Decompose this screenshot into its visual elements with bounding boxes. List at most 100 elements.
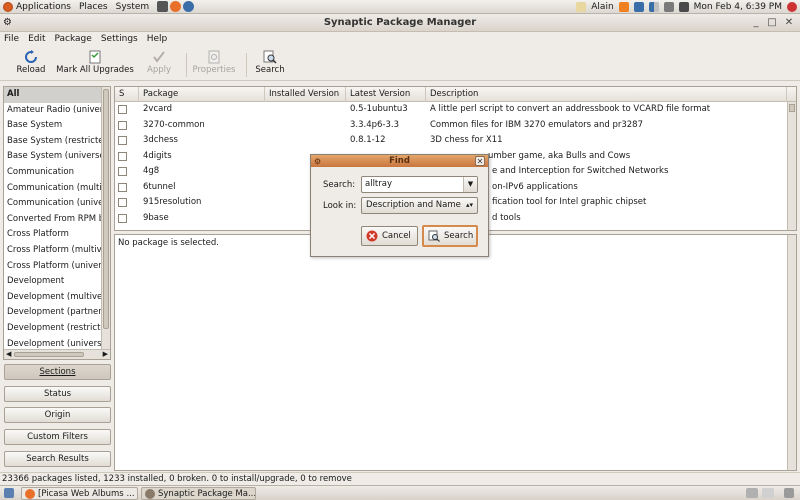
- column-header-description[interactable]: Description: [426, 87, 787, 102]
- workspace-1-icon[interactable]: [746, 488, 758, 498]
- cancel-button[interactable]: Cancel: [361, 226, 418, 246]
- find-dialog-title: Find: [389, 156, 410, 166]
- package-checkbox[interactable]: [118, 136, 127, 145]
- clock[interactable]: Mon Feb 4, 6:39 PM: [694, 2, 782, 12]
- package-checkbox[interactable]: [118, 167, 127, 176]
- firefox-launcher-icon[interactable]: [170, 1, 182, 12]
- menu-package[interactable]: Package: [55, 34, 92, 44]
- show-desktop-icon[interactable]: [4, 488, 14, 498]
- column-header-installed[interactable]: Installed Version: [265, 87, 346, 102]
- ubuntu-logo-icon: [3, 1, 13, 12]
- scrollbar-thumb[interactable]: [103, 89, 109, 329]
- section-item[interactable]: Development: [4, 274, 110, 290]
- menu-settings[interactable]: Settings: [101, 34, 138, 44]
- system-menu[interactable]: System: [116, 2, 150, 12]
- package-description: umber game, aka Bulls and Cows: [488, 150, 631, 161]
- section-item[interactable]: Cross Platform (multiverse): [4, 243, 110, 259]
- package-description: A little perl script to convert an addre…: [430, 104, 711, 114]
- section-item[interactable]: Base System: [4, 118, 110, 134]
- package-checkbox[interactable]: [118, 213, 127, 223]
- menu-edit[interactable]: Edit: [28, 34, 45, 44]
- origin-filter-button[interactable]: Origin: [4, 407, 111, 423]
- minimize-icon[interactable]: _: [750, 17, 762, 29]
- select-arrows-icon: ▴▾: [465, 201, 473, 209]
- close-icon[interactable]: ✕: [783, 17, 795, 29]
- synaptic-icon: [145, 489, 155, 499]
- package-checkbox[interactable]: [118, 182, 127, 192]
- volume-icon[interactable]: [663, 2, 674, 12]
- user-name[interactable]: Alain: [591, 2, 613, 12]
- section-item[interactable]: Communication: [4, 165, 110, 181]
- section-item[interactable]: Communication (multiverse): [4, 181, 110, 197]
- section-item[interactable]: Development (partner): [4, 305, 110, 321]
- close-icon[interactable]: ✕: [475, 156, 485, 166]
- package-name: 915resolution: [143, 197, 202, 207]
- column-header-package[interactable]: Package: [139, 87, 265, 102]
- places-menu[interactable]: Places: [79, 2, 108, 12]
- trash-icon[interactable]: [784, 488, 794, 498]
- find-dialog-titlebar[interactable]: ⚙ Find ✕: [311, 155, 488, 167]
- table-row[interactable]: 3270-common 3.3.4p6-3.3 Common files for…: [115, 118, 787, 134]
- table-row[interactable]: 3dchess 0.8.1-12 3D chess for X11: [115, 133, 787, 149]
- search-results-button[interactable]: Search Results: [4, 451, 111, 467]
- update-notifier-icon[interactable]: [618, 2, 629, 12]
- workspace-2-icon[interactable]: [762, 488, 774, 498]
- section-item[interactable]: All: [4, 87, 110, 103]
- sections-horizontal-scrollbar[interactable]: ◀ ▶: [4, 349, 110, 359]
- section-item[interactable]: Communication (universe): [4, 196, 110, 212]
- taskbar-item-synaptic[interactable]: Synaptic Package Ma...: [141, 487, 256, 500]
- section-item[interactable]: Development (multiverse): [4, 290, 110, 306]
- signal-strength-icon[interactable]: [648, 2, 659, 12]
- sections-list[interactable]: All Amateur Radio (universe) Base System…: [3, 86, 111, 360]
- column-header-status[interactable]: S: [115, 87, 139, 102]
- menu-file[interactable]: File: [4, 34, 19, 44]
- properties-button[interactable]: Properties: [191, 50, 237, 75]
- window-titlebar[interactable]: ⚙ Synaptic Package Manager _ □ ✕: [0, 14, 800, 32]
- package-checkbox[interactable]: [118, 105, 127, 114]
- description-scrollbar[interactable]: [787, 235, 796, 470]
- maximize-icon[interactable]: □: [766, 17, 778, 29]
- section-item[interactable]: Amateur Radio (universe): [4, 103, 110, 119]
- section-item[interactable]: Cross Platform (universe): [4, 259, 110, 275]
- help-launcher-icon[interactable]: [183, 1, 195, 12]
- scrollbar-thumb[interactable]: [789, 104, 795, 112]
- menu-help[interactable]: Help: [147, 34, 168, 44]
- package-name: 9base: [143, 212, 169, 223]
- section-item[interactable]: Development (restricted): [4, 321, 110, 337]
- section-item[interactable]: Cross Platform: [4, 227, 110, 243]
- toolbar-separator: [246, 53, 247, 77]
- power-icon[interactable]: [787, 2, 797, 12]
- section-item[interactable]: Base System (restricted): [4, 134, 110, 150]
- scrollbar-thumb[interactable]: [14, 352, 84, 357]
- section-item[interactable]: Base System (universe): [4, 149, 110, 165]
- package-checkbox[interactable]: [118, 120, 127, 130]
- custom-filters-button[interactable]: Custom Filters: [4, 429, 111, 445]
- scroll-right-icon[interactable]: ▶: [103, 350, 108, 358]
- find-search-button[interactable]: Search: [422, 225, 478, 247]
- look-in-select[interactable]: Description and Name ▴▾: [361, 197, 478, 214]
- table-row[interactable]: 2vcard 0.5-1ubuntu3 A little perl script…: [115, 102, 787, 118]
- package-checkbox[interactable]: [118, 198, 127, 207]
- reload-button[interactable]: Reload: [14, 50, 48, 75]
- apply-button[interactable]: Apply: [143, 50, 175, 75]
- package-table-scrollbar[interactable]: [787, 102, 796, 230]
- status-filter-button[interactable]: Status: [4, 386, 111, 402]
- battery-icon[interactable]: [678, 2, 689, 12]
- chevron-down-icon[interactable]: ▼: [463, 177, 477, 192]
- section-item[interactable]: Converted From RPM by Alien: [4, 212, 110, 228]
- applications-menu[interactable]: Applications: [3, 1, 71, 12]
- window-title: Synaptic Package Manager: [323, 17, 477, 28]
- sections-vertical-scrollbar[interactable]: [101, 87, 110, 349]
- apply-check-icon: [153, 51, 165, 63]
- taskbar-item-picasa[interactable]: [Picasa Web Albums ...: [21, 487, 138, 500]
- search-button[interactable]: Search: [253, 50, 287, 75]
- mark-all-upgrades-button[interactable]: Mark All Upgrades: [56, 50, 134, 75]
- screenshot-launcher-icon[interactable]: [157, 1, 169, 12]
- scroll-left-icon[interactable]: ◀: [6, 350, 11, 358]
- sections-filter-button[interactable]: Sections: [4, 364, 111, 380]
- column-header-latest[interactable]: Latest Version: [346, 87, 426, 102]
- network-icon[interactable]: [633, 2, 644, 12]
- search-input[interactable]: alltray ▼: [361, 176, 478, 193]
- package-checkbox[interactable]: [118, 151, 127, 161]
- menubar: File Edit Package Settings Help: [0, 32, 800, 46]
